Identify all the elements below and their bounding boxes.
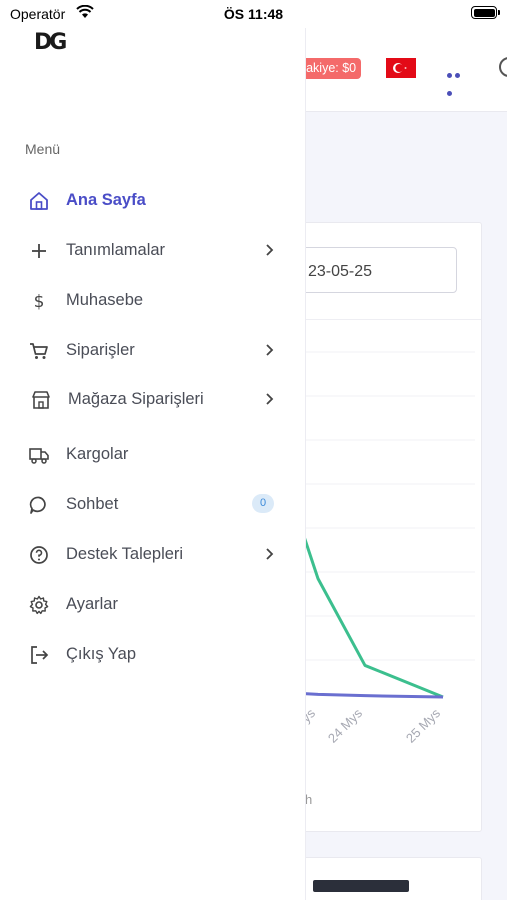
help-icon [28,544,50,566]
sidebar-item-label: Mağaza Siparişleri [68,390,204,408]
sidebar: DG Menü Ana Sayfa Tanımlamalar $ Muhasebe Si… [0,28,306,900]
profile-icon[interactable] [499,57,507,77]
sidebar-item-label: Muhasebe [66,291,144,309]
chat-icon [28,494,50,516]
more-options-icon[interactable] [447,65,469,96]
sidebar-item-sohbet[interactable]: Sohbet 0 [0,484,306,524]
sidebar-item-destek-talepleri[interactable]: Destek Talepleri [0,534,306,574]
clock: ÖS 11:48 [223,6,284,22]
sidebar-item-label: Siparişler [66,341,135,359]
home-icon [28,190,50,212]
dollar-icon: $ [28,290,50,312]
card-title-placeholder [313,880,409,892]
unread-count-badge: 0 [252,494,275,513]
sidebar-item-siparişler[interactable]: Siparişler [0,330,306,370]
plus-icon [28,240,50,262]
app-logo[interactable]: DG [34,30,67,55]
status-bar: Operatör ÖS 11:48 [0,0,507,28]
sidebar-item-label: Ayarlar [66,595,118,613]
store-icon [30,389,52,411]
sidebar-item-label: Ana Sayfa [66,191,146,209]
chevron-right-icon [264,392,276,411]
gear-icon [28,594,50,616]
sidebar-item-ana-sayfa[interactable]: Ana Sayfa [0,180,306,220]
sidebar-item-label: Çıkış Yap [66,645,137,663]
chevron-right-icon [264,243,276,262]
sidebar-item-ayarlar[interactable]: Ayarlar [0,584,306,624]
sidebar-item-label: Kargolar [66,445,129,463]
truck-icon [28,444,50,466]
svg-text:$: $ [34,292,45,312]
chevron-right-icon [264,547,276,566]
menu-heading: Menü [25,141,61,157]
sidebar-item-çıkış-yap[interactable]: Çıkış Yap [0,634,306,674]
date-range-value: 23-05-25 [308,263,373,280]
logout-icon [28,644,50,666]
x-tick-label: 24 Mys [325,705,366,746]
chevron-right-icon [264,343,276,362]
sidebar-item-label: Tanımlamalar [66,241,166,259]
battery-icon [471,6,500,19]
sidebar-item-mağaza-siparişleri[interactable]: Mağaza Siparişleri [0,379,306,419]
turkey-flag-icon[interactable] [386,58,416,78]
x-tick-label: 25 Mys [403,705,444,746]
sidebar-item-tanımlamalar[interactable]: Tanımlamalar [0,230,306,270]
chart-legend: h [305,792,313,807]
sidebar-item-kargolar[interactable]: Kargolar [0,434,306,474]
cart-icon [28,340,50,362]
sidebar-item-label: Destek Talepleri [66,545,184,563]
sidebar-item-label: Sohbet [66,495,119,513]
sidebar-item-muhasebe[interactable]: $ Muhasebe [0,280,306,320]
